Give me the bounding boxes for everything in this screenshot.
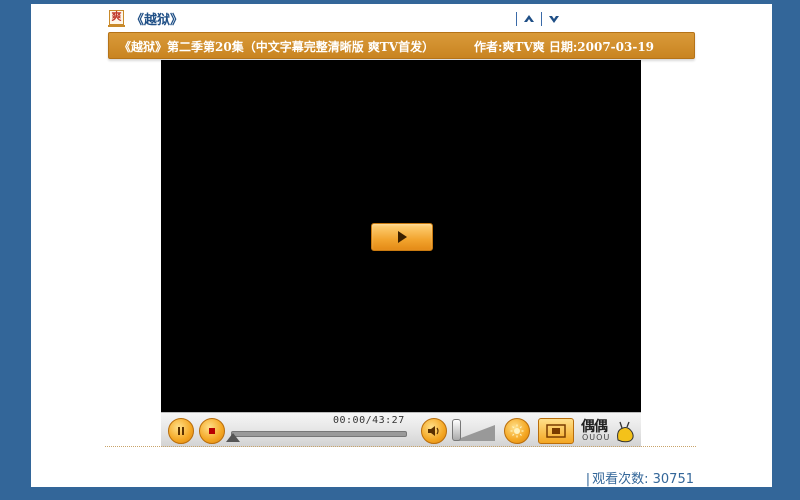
topbar: 爽 《越狱》	[108, 9, 679, 29]
nav-separator	[541, 12, 542, 26]
seek-handle[interactable]	[226, 433, 240, 442]
settings-button[interactable]	[504, 418, 530, 444]
pause-button[interactable]	[168, 418, 194, 444]
stop-icon	[209, 428, 215, 434]
post-title: 《越狱》第二季第20集（中文字幕完整清晰版 爽TV首发）	[119, 40, 435, 54]
topic-nav	[516, 12, 561, 26]
post-meta: 作者:爽TV爽 日期:2007-03-19	[474, 40, 655, 54]
stop-button[interactable]	[199, 418, 225, 444]
topic-title-link[interactable]: 《越狱》	[131, 9, 183, 28]
view-count-text: 观看次数: 30751	[592, 472, 694, 487]
post-header: 《越狱》第二季第20集（中文字幕完整清晰版 爽TV首发） 作者:爽TV爽 日期:…	[108, 32, 695, 59]
ouou-logo: 偶偶 OUOU	[581, 416, 637, 446]
view-count-separator: |	[585, 472, 591, 487]
fullscreen-button[interactable]	[538, 418, 574, 444]
volume-button[interactable]	[421, 418, 447, 444]
seek-bar[interactable]	[231, 431, 407, 437]
view-count: | 观看次数: 30751	[586, 468, 694, 487]
speaker-icon	[428, 426, 439, 436]
divider	[105, 446, 696, 447]
pause-icon	[178, 427, 184, 435]
volume-knob[interactable]	[452, 419, 461, 441]
down-arrow-icon[interactable]	[547, 12, 561, 26]
play-icon	[398, 231, 407, 243]
page-body: 爽 《越狱》 《越狱》第二季第20集（中文字幕完整清晰版 爽TV首发） 作者:爽…	[31, 4, 772, 487]
ouou-mascot-icon	[617, 421, 634, 443]
sun-settings-icon	[510, 424, 524, 438]
brand-sub: OUOU	[582, 433, 611, 442]
site-icon: 爽	[108, 10, 125, 27]
play-overlay-button[interactable]	[371, 223, 433, 251]
video-screen[interactable]	[161, 60, 641, 412]
fullscreen-icon	[546, 424, 566, 438]
nav-separator	[516, 12, 517, 26]
up-arrow-icon[interactable]	[522, 12, 536, 26]
time-readout: 00:00/43:27	[333, 415, 405, 426]
player-controls: 00:00/43:27 偶偶 OUOU	[161, 412, 641, 447]
